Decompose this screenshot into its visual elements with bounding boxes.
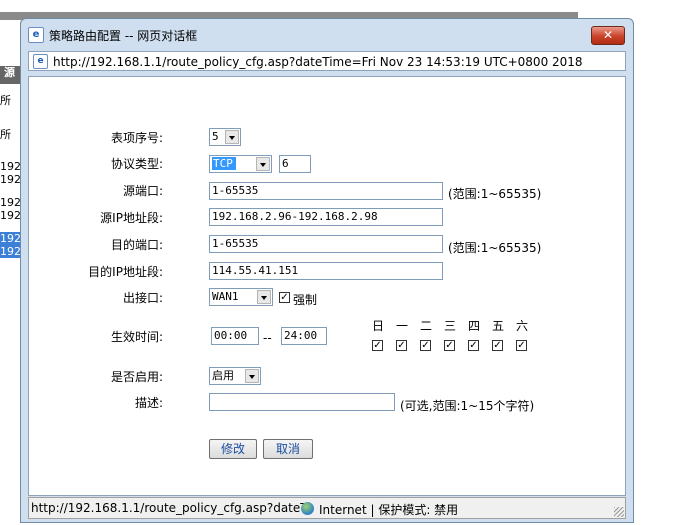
enable-select[interactable]: 启用	[209, 367, 261, 385]
ie-page-icon: e	[28, 27, 44, 43]
protocol-select[interactable]: TCP	[209, 155, 272, 173]
day-label-wed: 三	[443, 319, 456, 333]
src-port-label: 源端口:	[122, 184, 163, 198]
day-checkbox-mon[interactable]: ✓	[396, 340, 407, 351]
ie-page-icon: e	[33, 54, 48, 69]
enable-label: 是否启用:	[110, 370, 163, 384]
time-end-input[interactable]: 24:00	[281, 327, 327, 345]
dst-ip-label: 目的IP地址段:	[88, 265, 163, 279]
desc-hint: (可选,范围:1~15个字符)	[400, 399, 535, 413]
modify-button[interactable]: 修改	[209, 439, 257, 459]
background-header: 源	[0, 66, 22, 84]
status-bar: http://192.168.1.1/route_policy_cfg.asp?…	[28, 497, 626, 519]
out-if-label: 出接口:	[122, 291, 163, 305]
dialog-title: 策略路由配置 -- 网页对话框	[49, 29, 198, 43]
force-checkbox[interactable]: ✓	[279, 292, 290, 303]
chevron-down-icon	[257, 290, 271, 304]
close-button[interactable]: ✕	[591, 26, 625, 45]
globe-icon	[301, 502, 314, 515]
dst-ip-input[interactable]: 114.55.41.151	[209, 262, 443, 280]
dst-port-hint: (范围:1~65535)	[448, 241, 542, 255]
chevron-down-icon	[256, 157, 270, 171]
dst-port-input[interactable]: 1-65535	[209, 235, 443, 253]
protocol-number-input[interactable]: 6	[279, 155, 311, 173]
day-checkbox-wed[interactable]: ✓	[444, 340, 455, 351]
address-url: http://192.168.1.1/route_policy_cfg.asp?…	[53, 55, 583, 69]
cancel-button[interactable]: 取消	[263, 439, 313, 459]
src-port-input[interactable]: 1-65535	[209, 182, 443, 200]
day-label-fri: 五	[491, 319, 504, 333]
index-select[interactable]: 5	[209, 128, 241, 146]
dialog-content: 表项序号: 5 协议类型: TCP 6 源端口: 1-65535 (范围:1~6…	[28, 76, 626, 496]
day-checkbox-sun[interactable]: ✓	[372, 340, 383, 351]
security-zone: Internet | 保护模式: 禁用	[319, 503, 459, 517]
day-checkbox-sat[interactable]: ✓	[516, 340, 527, 351]
day-checkbox-fri[interactable]: ✓	[492, 340, 503, 351]
address-bar: e http://192.168.1.1/route_policy_cfg.as…	[28, 51, 626, 71]
protocol-label: 协议类型:	[110, 157, 163, 171]
status-url: http://192.168.1.1/route_policy_cfg.asp?…	[31, 501, 311, 515]
day-checkbox-thu[interactable]: ✓	[468, 340, 479, 351]
time-label: 生效时间:	[110, 330, 163, 344]
index-label: 表项序号:	[110, 131, 163, 145]
src-ip-input[interactable]: 192.168.2.96-192.168.2.98	[209, 208, 443, 226]
time-separator: --	[263, 331, 272, 345]
dst-port-label: 目的端口:	[110, 238, 163, 252]
dialog-window: e 策略路由配置 -- 网页对话框 ✕ e http://192.168.1.1…	[20, 18, 634, 523]
background-row: 所	[0, 94, 11, 107]
src-ip-label: 源IP地址段:	[100, 211, 163, 225]
out-if-select[interactable]: WAN1	[209, 288, 273, 306]
day-label-sat: 六	[515, 319, 528, 333]
day-label-mon: 一	[395, 319, 408, 333]
time-start-input[interactable]: 00:00	[211, 327, 259, 345]
resize-grip-icon[interactable]	[614, 507, 624, 517]
desc-label: 描述:	[134, 396, 163, 410]
day-label-sun: 日	[371, 319, 384, 333]
day-label-tue: 二	[419, 319, 432, 333]
chevron-down-icon	[245, 369, 259, 383]
dialog-titlebar[interactable]: e 策略路由配置 -- 网页对话框 ✕	[21, 19, 633, 47]
day-checkbox-tue[interactable]: ✓	[420, 340, 431, 351]
src-port-hint: (范围:1~65535)	[448, 187, 542, 201]
force-label: 强制	[293, 293, 318, 307]
day-label-thu: 四	[467, 319, 480, 333]
chevron-down-icon	[225, 130, 239, 144]
desc-input[interactable]	[209, 393, 395, 411]
